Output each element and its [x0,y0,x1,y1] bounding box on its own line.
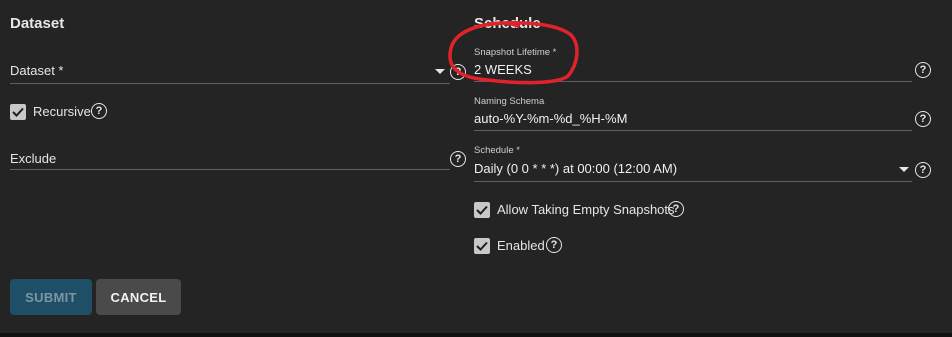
exclude-underline [10,169,450,170]
schedule-help-icon[interactable]: ? [915,162,931,178]
schedule-select[interactable]: Daily (0 0 * * *) at 00:00 (12:00 AM) [474,161,677,176]
naming-schema-label: Naming Schema [474,96,545,107]
naming-schema-input[interactable]: auto-%Y-%m-%d_%H-%M [474,111,627,126]
submit-button[interactable]: SUBMIT [10,279,92,315]
snapshot-lifetime-help-icon[interactable]: ? [915,62,931,78]
bottom-bar [0,333,952,337]
naming-schema-help-icon[interactable]: ? [915,111,931,127]
exclude-input[interactable] [10,146,450,170]
enabled-help-icon[interactable]: ? [546,237,562,253]
annotation-circle-icon [448,21,579,85]
recursive-help-icon[interactable]: ? [91,103,107,119]
checkmark-icon [476,241,488,251]
cancel-button[interactable]: CANCEL [96,279,181,315]
checkmark-icon [476,205,488,215]
dataset-select[interactable] [10,58,450,84]
allow-empty-snapshots-help-icon[interactable]: ? [668,201,684,217]
dataset-select-underline [10,83,450,84]
schedule-underline [474,181,912,182]
schedule-dropdown-caret-icon[interactable] [899,167,909,172]
allow-empty-snapshots-checkbox[interactable] [474,202,490,218]
schedule-label: Schedule * [474,145,520,156]
recursive-label: Recursive [33,104,91,119]
naming-schema-underline [474,130,912,131]
allow-empty-snapshots-label: Allow Taking Empty Snapshots [497,202,675,217]
dataset-section-title: Dataset [10,15,65,32]
exclude-help-icon[interactable]: ? [450,151,466,167]
recursive-checkbox[interactable] [10,104,26,120]
enabled-label: Enabled [497,238,545,253]
enabled-checkbox[interactable] [474,238,490,254]
checkmark-icon [12,107,24,117]
